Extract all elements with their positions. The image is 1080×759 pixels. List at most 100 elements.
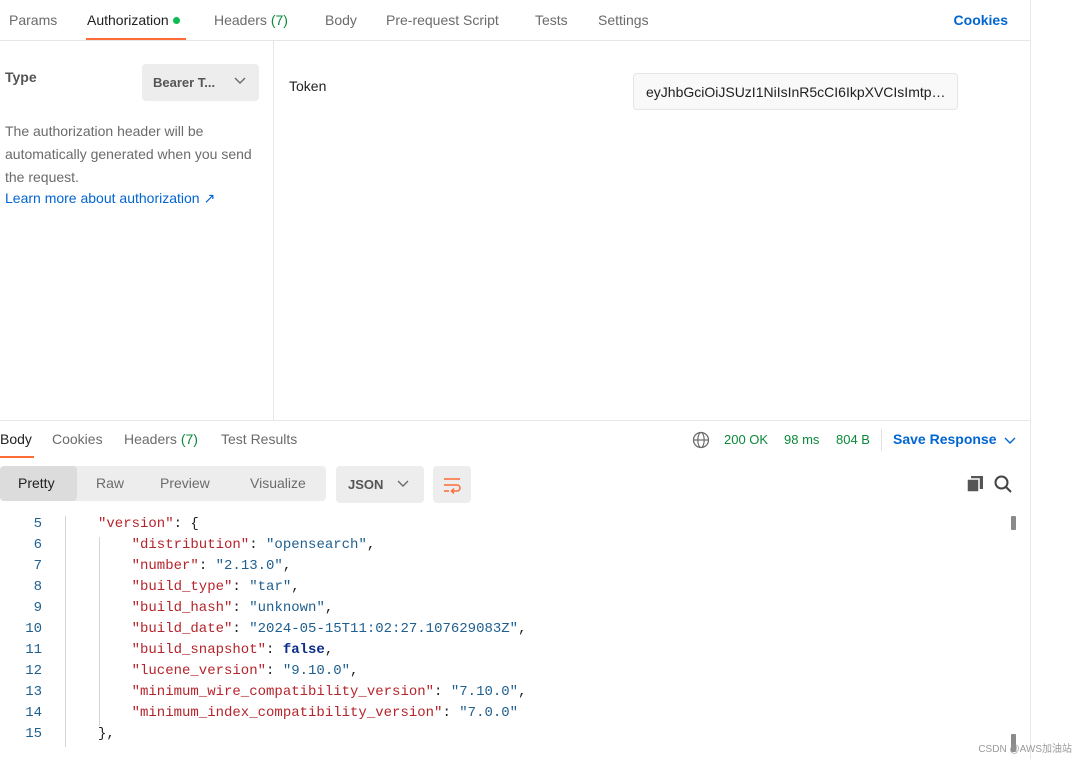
indent-guide (99, 705, 100, 726)
line-number: 7 (33, 558, 42, 574)
code-line: 8 "build_type": "tar", (0, 579, 1005, 600)
indent-guide (99, 579, 100, 600)
tab-body[interactable]: Body (325, 12, 357, 28)
response-tab-body[interactable]: Body (0, 431, 32, 447)
search-icon[interactable] (993, 474, 1013, 499)
response-headers-count: (7) (180, 431, 198, 447)
view-raw[interactable]: Raw (96, 475, 124, 491)
code-line: 5 "version": { (0, 516, 1005, 537)
code-text: "minimum_wire_compatibility_version": "7… (132, 684, 527, 700)
indent-guide (65, 642, 66, 663)
auth-type-select[interactable]: Bearer T... (142, 64, 259, 101)
response-time[interactable]: 98 ms (784, 432, 819, 447)
indent-guide (99, 684, 100, 705)
code-line: 7 "number": "2.13.0", (0, 558, 1005, 579)
code-token: : (249, 537, 267, 553)
chevron-down-icon[interactable] (1003, 433, 1017, 452)
view-pretty[interactable]: Pretty (18, 475, 55, 491)
indent-guide (99, 558, 100, 579)
code-line: 11 "build_snapshot": false, (0, 642, 1005, 663)
token-label: Token (289, 78, 327, 94)
divider (881, 429, 882, 451)
globe-icon[interactable] (692, 431, 710, 454)
learn-more-link[interactable]: Learn more about authorization ↗ (5, 190, 215, 207)
indent-guide (65, 663, 66, 684)
line-number: 6 (33, 537, 42, 553)
format-select[interactable]: JSON (336, 466, 424, 503)
save-response-button[interactable]: Save Response (893, 431, 997, 447)
indent-guide (65, 621, 66, 642)
tab-settings[interactable]: Settings (598, 12, 649, 28)
indent-guide (99, 600, 100, 621)
line-number: 13 (25, 684, 42, 700)
code-token: , (518, 684, 527, 700)
code-token: : (198, 558, 216, 574)
code-text: "build_snapshot": false, (132, 642, 334, 658)
copy-icon[interactable] (965, 474, 985, 499)
chevron-down-icon (233, 73, 247, 92)
code-text: "version": { (98, 516, 199, 532)
code-token: , (350, 663, 359, 679)
line-number: 12 (25, 663, 42, 679)
wrap-icon (444, 478, 461, 495)
code-token: : (266, 642, 283, 658)
code-text: }, (98, 726, 115, 742)
tab-headers[interactable]: Headers (7) (214, 12, 288, 28)
code-token: , (366, 537, 376, 553)
response-size[interactable]: 804 B (836, 432, 870, 447)
response-tab-test-results[interactable]: Test Results (221, 431, 297, 447)
tab-tests[interactable]: Tests (535, 12, 568, 28)
cookies-link[interactable]: Cookies (954, 12, 1008, 28)
code-line: 9 "build_hash": "unknown", (0, 600, 1005, 621)
code-token: "opensearch" (266, 537, 367, 553)
line-number: 8 (33, 579, 42, 595)
code-token: "lucene_version" (131, 663, 267, 679)
code-line: 15}, (0, 726, 1005, 747)
code-token: : (266, 663, 283, 679)
token-value: eyJhbGciOiJSUzI1NiIsInR5cCI6IkpXVCIsImtp… (646, 84, 946, 100)
code-token: : (232, 621, 250, 637)
wrap-lines-button[interactable] (433, 466, 471, 503)
code-token: "minimum_wire_compatibility_version" (131, 684, 435, 700)
indent-guide (99, 642, 100, 663)
line-number: 9 (33, 600, 42, 616)
type-label: Type (5, 69, 37, 85)
indent-guide (65, 558, 66, 579)
line-number: 11 (25, 642, 42, 658)
scroll-thumb[interactable] (1011, 516, 1016, 530)
response-tab-cookies[interactable]: Cookies (52, 431, 103, 447)
tab-pre-request-script[interactable]: Pre-request Script (386, 12, 499, 28)
tab-params[interactable]: Params (9, 12, 57, 28)
line-number: 14 (25, 705, 42, 721)
code-line: 13 "minimum_wire_compatibility_version": … (0, 684, 1005, 705)
tab-authorization[interactable]: Authorization (87, 12, 180, 28)
indent-guide (65, 726, 66, 747)
vertical-scrollbar[interactable] (1008, 516, 1020, 759)
code-token: "tar" (249, 579, 292, 595)
code-token: : (434, 684, 451, 700)
response-tab-headers[interactable]: Headers (7) (124, 431, 198, 447)
line-number: 5 (33, 516, 42, 532)
chevron-down-icon (396, 476, 410, 495)
code-line: 14 "minimum_index_compatibility_version":… (0, 705, 1005, 726)
json-response-body[interactable]: 5 "version": { 6 "distribution": "opensearc… (0, 516, 1005, 759)
token-input[interactable]: eyJhbGciOiJSUzI1NiIsInR5cCI6IkpXVCIsImtp… (633, 73, 958, 110)
code-text: "distribution": "opensearch", (132, 537, 376, 553)
status-code[interactable]: 200 OK (724, 432, 768, 447)
code-token: "7.10.0" (450, 684, 519, 700)
code-text: "build_date": "2024-05-15T11:02:27.10762… (132, 621, 527, 637)
code-line: 10 "build_date": "2024-05-15T11:02:27.107… (0, 621, 1005, 642)
code-token: , (324, 600, 334, 616)
code-token: }, (98, 726, 115, 742)
active-dot-icon (172, 16, 180, 24)
indent-guide (65, 684, 66, 705)
code-token: "build_snapshot" (131, 642, 267, 658)
postman-request-panel: Params Authorization Headers (7) Body Pr… (0, 0, 1031, 759)
view-visualize[interactable]: Visualize (250, 475, 306, 491)
token-panel: Token eyJhbGciOiJSUzI1NiIsInR5cCI6IkpXVC… (275, 41, 1030, 420)
code-text: "lucene_version": "9.10.0", (132, 663, 359, 679)
indent-guide (99, 537, 100, 558)
view-preview[interactable]: Preview (160, 475, 210, 491)
request-tabs: Params Authorization Headers (7) Body Pr… (0, 0, 1030, 41)
code-token: "version" (98, 516, 174, 532)
